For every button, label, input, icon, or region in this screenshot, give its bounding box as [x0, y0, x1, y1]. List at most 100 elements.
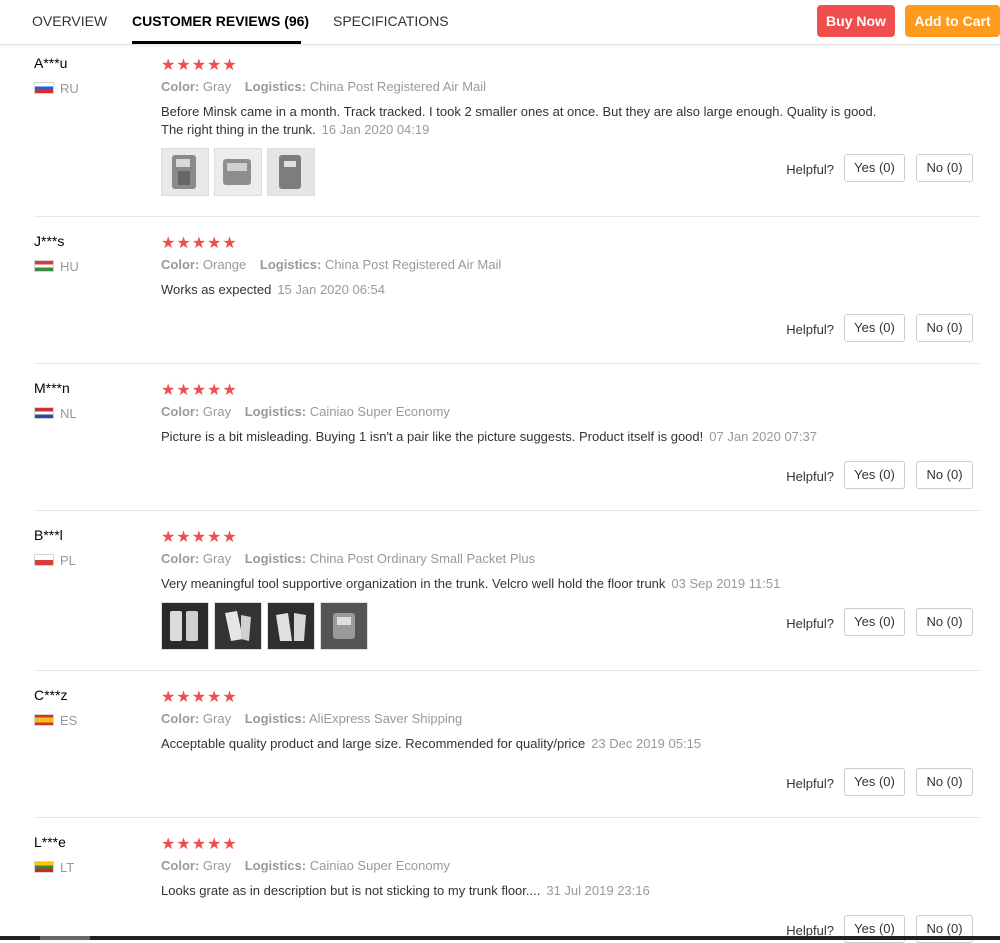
color-value: Gray — [202, 79, 232, 94]
helpful-no-button[interactable]: No (0) — [916, 154, 973, 182]
color-value: Gray — [202, 551, 232, 566]
reviewer-name: C***z — [34, 687, 68, 703]
review-text: Very meaningful tool supportive organiza… — [161, 575, 961, 593]
review-divider — [34, 510, 980, 511]
add-to-cart-button[interactable]: Add to Cart — [905, 5, 1000, 37]
flag-hu-icon — [34, 260, 54, 272]
flag-es-icon — [34, 714, 54, 726]
review-photo[interactable] — [214, 602, 262, 650]
reviewer-name: A***u — [34, 55, 68, 71]
country-code: NL — [60, 406, 77, 421]
star-rating: ★★★★★ — [161, 382, 238, 399]
review-divider — [34, 670, 980, 671]
helpful-label: Helpful? — [786, 776, 834, 791]
logistics-value: China Post Registered Air Mail — [309, 79, 487, 94]
review-divider — [34, 817, 980, 818]
review-photo[interactable] — [320, 602, 368, 650]
review-date: 15 Jan 2020 06:54 — [277, 282, 386, 297]
color-label: Color: — [161, 404, 200, 419]
helpful-yes-button[interactable]: Yes (0) — [844, 768, 905, 796]
review-text: Picture is a bit misleading. Buying 1 is… — [161, 428, 961, 446]
color-label: Color: — [161, 79, 200, 94]
reviewer-country: ES — [34, 713, 78, 728]
logistics-label: Logistics: — [244, 404, 307, 419]
review-item: C***z ES ★★★★★ Color: Gray Logistics: Al… — [34, 687, 980, 807]
review-item: B***l PL ★★★★★ Color: Gray Logistics: Ch… — [34, 527, 980, 657]
tab-overview[interactable]: OVERVIEW — [32, 0, 107, 44]
color-label: Color: — [161, 551, 200, 566]
helpful-label: Helpful? — [786, 162, 834, 177]
tab-customer-reviews[interactable]: CUSTOMER REVIEWS (96) — [132, 0, 309, 44]
review-text: Looks grate as in description but is not… — [161, 882, 881, 900]
helpful-no-button[interactable]: No (0) — [916, 314, 973, 342]
helpful-label: Helpful? — [786, 616, 834, 631]
reviewer-country: RU — [34, 81, 79, 96]
flag-nl-icon — [34, 407, 54, 419]
color-value: Orange — [202, 257, 247, 272]
country-code: HU — [60, 259, 79, 274]
logistics-label: Logistics: — [259, 257, 322, 272]
review-date: 03 Sep 2019 11:51 — [671, 576, 781, 591]
helpful-no-button[interactable]: No (0) — [916, 608, 973, 636]
helpful-no-button[interactable]: No (0) — [916, 768, 973, 796]
review-text: Before Minsk came in a month. Track trac… — [161, 103, 881, 139]
review-meta: Color: Gray Logistics: Cainiao Super Eco… — [161, 404, 450, 419]
review-body: Acceptable quality product and large siz… — [161, 736, 586, 751]
review-photo[interactable] — [161, 602, 209, 650]
reviewer-country: PL — [34, 553, 76, 568]
country-code: ES — [60, 713, 78, 728]
star-rating: ★★★★★ — [161, 57, 238, 74]
review-text: Works as expected 15 Jan 2020 06:54 — [161, 281, 881, 299]
flag-pl-icon — [34, 554, 54, 566]
review-photo[interactable] — [267, 602, 315, 650]
review-item: A***u RU ★★★★★ Color: Gray Logistics: Ch… — [34, 55, 980, 205]
helpful-yes-button[interactable]: Yes (0) — [844, 461, 905, 489]
review-meta: Color: Gray Logistics: China Post Regist… — [161, 79, 486, 94]
country-code: PL — [60, 553, 76, 568]
helpful-yes-button[interactable]: Yes (0) — [844, 314, 905, 342]
reviewer-name: B***l — [34, 527, 63, 543]
scroll-thumb[interactable] — [40, 936, 90, 940]
logistics-value: Cainiao Super Economy — [309, 404, 450, 419]
review-divider — [34, 216, 980, 217]
review-date: 16 Jan 2020 04:19 — [321, 122, 430, 137]
color-value: Gray — [202, 858, 232, 873]
star-rating: ★★★★★ — [161, 235, 238, 252]
review-photos — [161, 148, 320, 196]
logistics-value: China Post Ordinary Small Packet Plus — [309, 551, 536, 566]
review-photo[interactable] — [161, 148, 209, 196]
review-photo[interactable] — [214, 148, 262, 196]
tab-specifications[interactable]: SPECIFICATIONS — [333, 0, 449, 44]
review-meta: Color: Orange Logistics: China Post Regi… — [161, 257, 501, 272]
buy-now-button[interactable]: Buy Now — [817, 5, 895, 37]
helpful-yes-button[interactable]: Yes (0) — [844, 608, 905, 636]
review-item: M***n NL ★★★★★ Color: Gray Logistics: Ca… — [34, 380, 980, 500]
logistics-label: Logistics: — [244, 79, 307, 94]
review-photo[interactable] — [267, 148, 315, 196]
logistics-value: Cainiao Super Economy — [309, 858, 450, 873]
helpful-yes-button[interactable]: Yes (0) — [844, 154, 905, 182]
color-label: Color: — [161, 257, 200, 272]
star-rating: ★★★★★ — [161, 689, 238, 706]
reviewer-country: NL — [34, 406, 77, 421]
review-body: Looks grate as in description but is not… — [161, 883, 541, 898]
review-body: Picture is a bit misleading. Buying 1 is… — [161, 429, 704, 444]
helpful-label: Helpful? — [786, 322, 834, 337]
review-meta: Color: Gray Logistics: AliExpress Saver … — [161, 711, 462, 726]
helpful-no-button[interactable]: No (0) — [916, 461, 973, 489]
logistics-value: China Post Registered Air Mail — [324, 257, 502, 272]
review-item: J***s HU ★★★★★ Color: Orange Logistics: … — [34, 233, 980, 353]
review-photos — [161, 602, 373, 650]
country-code: LT — [60, 860, 75, 875]
reviewer-name: J***s — [34, 233, 65, 249]
reviewer-country: HU — [34, 259, 79, 274]
color-value: Gray — [202, 404, 232, 419]
helpful-label: Helpful? — [786, 469, 834, 484]
review-divider — [34, 363, 980, 364]
review-body: Very meaningful tool supportive organiza… — [161, 576, 666, 591]
logistics-label: Logistics: — [244, 711, 307, 726]
logistics-label: Logistics: — [244, 858, 307, 873]
color-value: Gray — [202, 711, 232, 726]
reviewer-name: L***e — [34, 834, 66, 850]
flag-ru-icon — [34, 82, 54, 94]
